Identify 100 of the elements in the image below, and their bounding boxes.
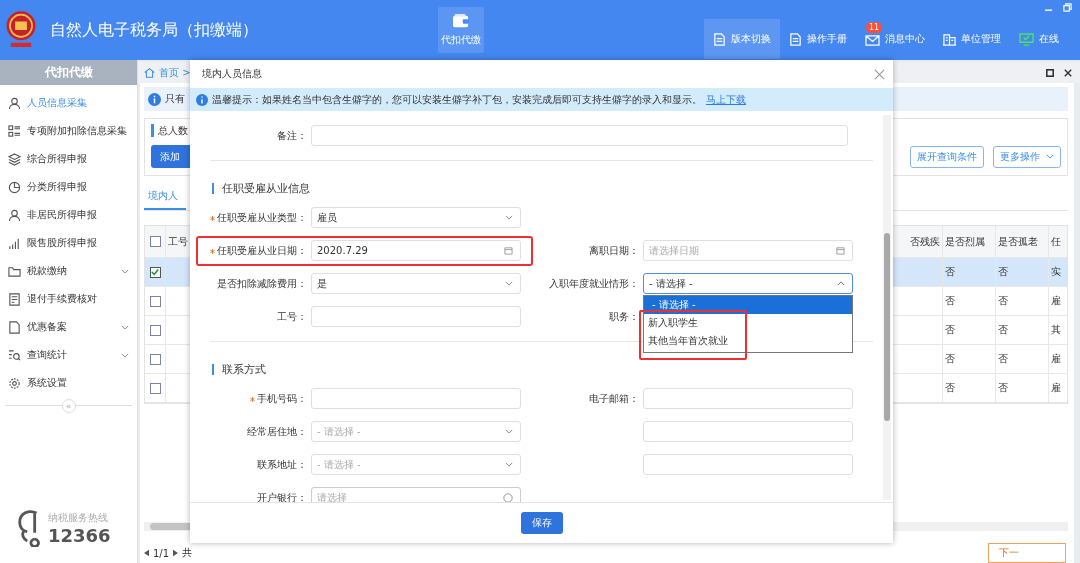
dialog-title: 境内人员信息 [202, 67, 262, 81]
collapse-button[interactable]: « [61, 399, 76, 413]
field-label: 是否扣除减除费用： [216, 276, 307, 291]
select-field[interactable]: - 请选择 - [311, 421, 521, 442]
text-field[interactable] [311, 388, 521, 409]
tab[interactable]: 境内人 [144, 189, 186, 210]
person-icon [8, 96, 21, 110]
document-icon [8, 320, 21, 334]
checkbox[interactable] [149, 295, 161, 307]
sidebar-item[interactable]: 税款缴纳 [0, 257, 137, 285]
info-icon [196, 93, 208, 106]
close-icon[interactable] [1064, 68, 1072, 77]
sidebar-item[interactable]: 人员信息采集 [0, 89, 137, 117]
toolbar-button[interactable]: 在线 [1010, 19, 1068, 59]
scrollbar[interactable] [883, 115, 891, 500]
checkbox[interactable] [149, 236, 161, 247]
calendar-icon [504, 246, 513, 255]
count-badge: 11 [866, 21, 883, 33]
table-cell: 否 [996, 374, 1049, 402]
dropdown-option[interactable]: 新入职学生 [644, 314, 852, 332]
select-field[interactable]: - 请选择 - [311, 454, 521, 475]
table-cell-text: 雇 [1050, 294, 1062, 308]
building-icon [943, 32, 956, 46]
chevron-icon [1046, 154, 1054, 159]
layers-icon [8, 152, 21, 166]
toolbar-button[interactable]: 操作手册 [780, 19, 856, 59]
next-button[interactable]: 下一 [988, 543, 1066, 563]
table-cell: 否 [943, 316, 996, 344]
table-cell: 否 [943, 374, 996, 402]
search-field[interactable]: 请选择 [311, 487, 521, 502]
toolbar-button[interactable]: 单位管理 [934, 19, 1010, 59]
document-icon [713, 32, 726, 46]
chevron-icon [505, 215, 513, 220]
dropdown-option[interactable]: - 请选择 - [644, 296, 852, 314]
table-cell: 否 [996, 287, 1049, 315]
sidebar-item[interactable]: 限售股所得申报 [0, 229, 137, 257]
field-label: 备注： [276, 128, 307, 143]
field-label: 入职年度就业情形： [548, 276, 639, 291]
toolbar-button[interactable]: 版本切换 [704, 19, 780, 59]
pie-chart-icon [8, 180, 21, 194]
list-icon [8, 292, 21, 306]
next-icon[interactable] [173, 549, 179, 557]
date-field[interactable]: 2020.7.29 [311, 240, 521, 261]
checkbox[interactable] [149, 266, 161, 278]
notice-text: 只有 [165, 92, 185, 106]
grid-icon [8, 124, 21, 138]
restore-icon[interactable] [1063, 3, 1072, 12]
chevron-icon [505, 281, 513, 286]
date-field[interactable]: 请选择日期 [643, 240, 853, 261]
column-header: 任 [1050, 234, 1062, 249]
page-indicator: 1/1 [153, 547, 170, 559]
save-button[interactable]: 保存 [520, 512, 563, 534]
field-label: 任职受雇从业类型： [200, 210, 307, 225]
text-field[interactable] [311, 306, 521, 327]
select-field[interactable]: 是 [311, 273, 521, 294]
sidebar-item[interactable]: 综合所得申报 [0, 145, 137, 173]
maximize-icon[interactable] [1046, 68, 1054, 77]
text-field[interactable] [643, 454, 853, 475]
table-cell: 否 [943, 345, 996, 373]
mail-icon [865, 32, 880, 46]
table-cell-text: 实 [1050, 265, 1062, 279]
text-field[interactable] [643, 388, 853, 409]
sidebar-item[interactable]: 专项附加扣除信息采集 [0, 117, 137, 145]
field-label: 经常居住地： [246, 424, 307, 439]
table-cell: 否 [943, 287, 996, 315]
sidebar-item[interactable]: 退付手续费核对 [0, 285, 137, 313]
checkbox[interactable] [149, 324, 161, 336]
wallet-icon [452, 13, 470, 29]
action-button[interactable]: 展开查询条件 [910, 145, 984, 168]
sidebar-item[interactable]: 非居民所得申报 [0, 201, 137, 229]
table-cell: 否 [996, 345, 1049, 373]
sidebar-title: 代扣代缴 [0, 60, 137, 85]
chevron-icon [505, 462, 513, 467]
remark-field[interactable] [311, 125, 848, 146]
select-field[interactable]: - 请选择 - [643, 273, 853, 294]
sidebar-item[interactable]: 系统设置 [0, 369, 137, 397]
module-button[interactable]: 代扣代缴 [438, 7, 484, 53]
total-label: 共 [182, 546, 193, 560]
info-icon [148, 92, 161, 106]
text-field[interactable] [643, 421, 853, 442]
chevron-icon [121, 353, 129, 358]
table-cell: 否 [996, 258, 1049, 286]
checkbox[interactable] [149, 353, 161, 365]
hotline-label: 纳税服务热线 [48, 510, 109, 525]
action-button[interactable]: 更多操作 [993, 145, 1061, 168]
toolbar-button[interactable]: 11 消息中心 [856, 19, 934, 59]
previous-icon[interactable] [144, 549, 149, 557]
sidebar-item[interactable]: 分类所得申报 [0, 173, 137, 201]
breadcrumb[interactable]: 首页 > [159, 65, 191, 80]
bar-chart-icon [8, 236, 21, 250]
dropdown-option[interactable]: 其他当年首次就业 [644, 332, 852, 350]
sidebar-item[interactable]: 查询统计 [0, 341, 137, 369]
section-title: 任职受雇从业信息 [222, 180, 310, 196]
select-field[interactable]: 雇员 [311, 207, 521, 228]
sidebar-item[interactable]: 优惠备案 [0, 313, 137, 341]
checkbox[interactable] [149, 382, 161, 394]
required-icon [210, 215, 215, 221]
download-link[interactable]: 马上下载 [706, 92, 746, 107]
table-cell: 否 [996, 316, 1049, 344]
field-label: 离职日期： [588, 243, 639, 258]
